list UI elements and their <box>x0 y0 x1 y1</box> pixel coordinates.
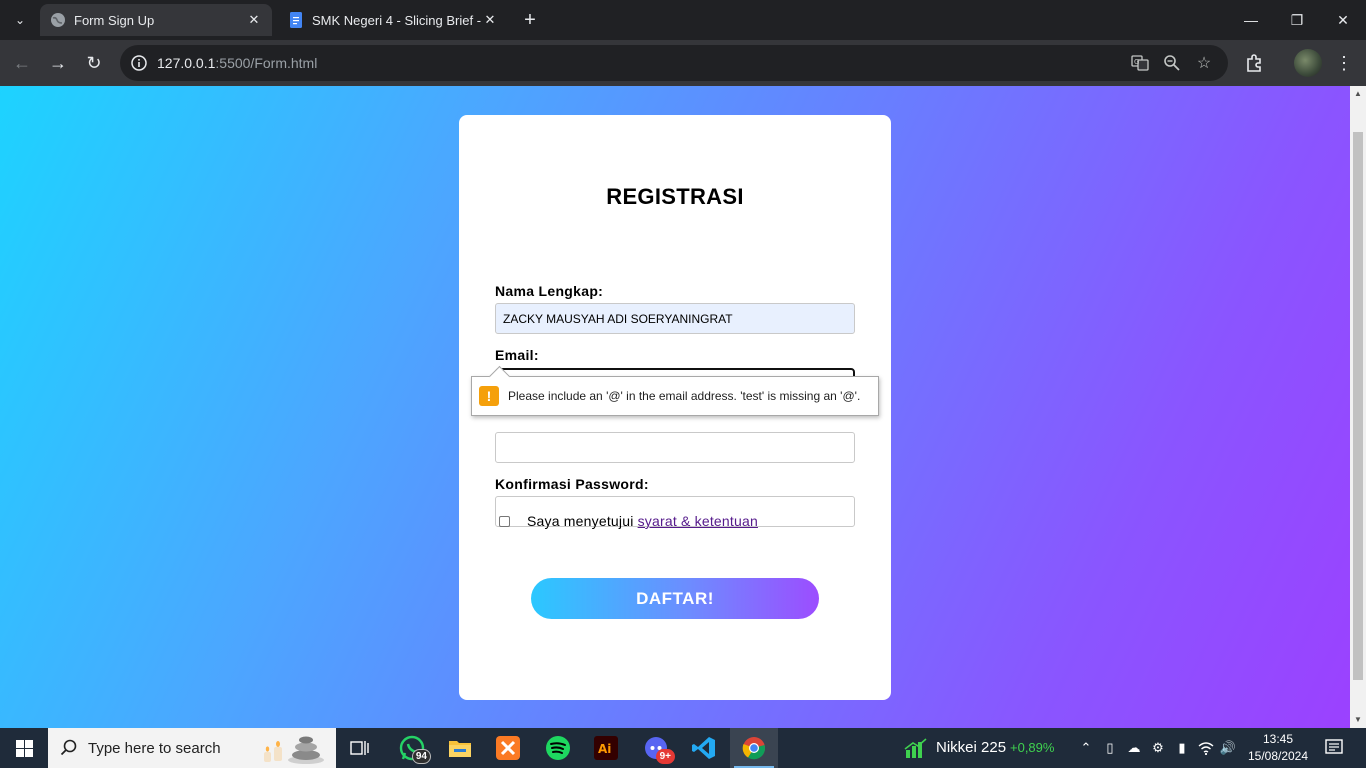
new-tab-plus-icon[interactable]: + <box>518 8 542 32</box>
close-icon[interactable]: ✕ <box>482 12 498 28</box>
chrome-icon <box>742 737 766 760</box>
search-icon <box>60 739 77 756</box>
taskbar-illustrator[interactable]: Ai <box>582 728 630 768</box>
page-title: REGISTRASI <box>606 184 744 209</box>
task-view-button[interactable] <box>336 728 384 768</box>
full-name-label: Nama Lengkap: <box>495 283 604 299</box>
taskbar-clock[interactable]: 13:45 15/08/2024 <box>1246 731 1310 765</box>
scroll-down-arrow-icon[interactable]: ▼ <box>1350 712 1366 728</box>
extensions-icon[interactable] <box>1241 50 1267 76</box>
meet-icon[interactable]: ▯ <box>1101 739 1119 757</box>
agree-text: Saya menyetujui syarat & ketentuan <box>527 513 758 529</box>
windows-taskbar: Type here to search 94 Ai 9+ Nikkei 225 … <box>0 728 1366 768</box>
full-name-input[interactable] <box>495 303 855 334</box>
forward-arrow-icon[interactable]: → <box>45 50 71 76</box>
wifi-icon[interactable] <box>1197 739 1215 757</box>
bookmark-star-icon[interactable]: ☆ <box>1194 53 1214 73</box>
agree-checkbox[interactable] <box>499 515 510 527</box>
folder-icon <box>449 741 471 757</box>
scroll-up-arrow-icon[interactable]: ▲ <box>1350 86 1366 102</box>
site-info-icon[interactable] <box>130 54 148 72</box>
taskbar-xampp[interactable] <box>484 728 532 768</box>
start-button[interactable] <box>0 728 48 768</box>
illustrator-icon: Ai <box>594 736 618 760</box>
zoom-icon[interactable] <box>1162 53 1182 73</box>
terms-row: Saya menyetujui syarat & ketentuan <box>499 513 758 529</box>
ticker-name[interactable]: Nikkei 225 <box>936 739 1006 756</box>
taskbar-discord[interactable]: 9+ <box>632 728 680 768</box>
whatsapp-unread-badge: 94 <box>411 749 431 764</box>
taskbar-search[interactable]: Type here to search <box>48 728 336 768</box>
tab-form-sign-up[interactable]: Form Sign Up ✕ <box>40 4 272 36</box>
address-bar[interactable]: 127.0.0.1:5500/Form.html G ☆ <box>120 45 1228 81</box>
tab-search-button[interactable]: ⌄ <box>6 8 34 32</box>
restore-icon[interactable]: ❐ <box>1274 0 1320 40</box>
translate-icon[interactable]: G <box>1130 53 1150 73</box>
docs-icon <box>290 12 302 28</box>
email-label: Email: <box>495 347 539 363</box>
svg-text:Ai: Ai <box>598 742 611 756</box>
discord-unread-badge: 9+ <box>655 749 675 764</box>
back-arrow-icon[interactable]: ← <box>9 50 35 76</box>
tab-title: SMK Negeri 4 - Slicing Brief - Go <box>312 12 482 28</box>
browser-toolbar: ← → ↻ 127.0.0.1:5500/Form.html G ☆ ⋮ <box>0 40 1366 86</box>
svg-text:G: G <box>1134 58 1139 66</box>
xampp-icon <box>496 736 520 760</box>
show-hidden-icons-chevron-icon[interactable]: ⌃ <box>1077 739 1095 757</box>
taskbar-whatsapp[interactable]: 94 <box>388 728 436 768</box>
windows-logo-icon <box>15 739 33 757</box>
tab-title: Form Sign Up <box>74 12 155 28</box>
clock-time: 13:45 <box>1262 732 1294 746</box>
browser-tabstrip: ⌄ Form Sign Up ✕ SMK Negeri 4 - Slicing … <box>0 0 1366 40</box>
notification-center-icon[interactable] <box>1324 738 1344 758</box>
ticker-change: +0,89% <box>1010 740 1055 755</box>
task-view-icon <box>350 741 369 755</box>
taskbar-file-explorer[interactable] <box>436 728 484 768</box>
submit-button[interactable]: DAFTAR! <box>531 578 819 619</box>
scroll-thumb[interactable] <box>1353 132 1363 680</box>
warning-icon: ! <box>479 386 499 406</box>
settings-tray-icon[interactable]: ⚙ <box>1149 739 1167 757</box>
taskbar-vscode[interactable] <box>680 728 728 768</box>
minimize-icon[interactable]: — <box>1228 0 1274 40</box>
stock-chart-icon <box>904 738 927 758</box>
kebab-menu-icon[interactable]: ⋮ <box>1331 50 1357 76</box>
search-placeholder: Type here to search <box>88 739 221 757</box>
globe-icon <box>51 13 65 27</box>
window-close-icon[interactable]: ✕ <box>1320 0 1366 40</box>
validation-tooltip: ! Please include an '@' in the email add… <box>471 376 879 416</box>
confirm-password-label: Konfirmasi Password: <box>495 476 649 492</box>
close-icon[interactable]: ✕ <box>246 12 262 28</box>
spotify-icon <box>546 736 570 760</box>
validation-message: Please include an '@' in the email addre… <box>508 389 861 403</box>
profile-avatar[interactable] <box>1294 49 1322 77</box>
tab-slicing-brief[interactable]: SMK Negeri 4 - Slicing Brief - Go ✕ <box>278 4 508 36</box>
zen-stones-illustration <box>264 736 324 764</box>
terms-link[interactable]: syarat & ketentuan <box>638 513 758 529</box>
cloud-icon[interactable]: ☁ <box>1125 739 1143 757</box>
volume-icon[interactable]: 🔊 <box>1219 739 1237 757</box>
battery-icon[interactable]: ▮ <box>1173 739 1191 757</box>
clock-date: 15/08/2024 <box>1247 749 1309 763</box>
chevron-down-icon: ⌄ <box>14 13 26 27</box>
page-scrollbar[interactable]: ▲ ▼ <box>1350 86 1366 728</box>
password-input[interactable] <box>495 432 855 463</box>
vscode-icon <box>692 737 715 759</box>
taskbar-spotify[interactable] <box>534 728 582 768</box>
taskbar-chrome[interactable] <box>730 728 778 768</box>
url-text: 127.0.0.1:5500/Form.html <box>157 55 318 71</box>
reload-icon[interactable]: ↻ <box>81 50 107 76</box>
page-viewport: REGISTRASI Nama Lengkap: Email: Konfirma… <box>0 86 1366 728</box>
